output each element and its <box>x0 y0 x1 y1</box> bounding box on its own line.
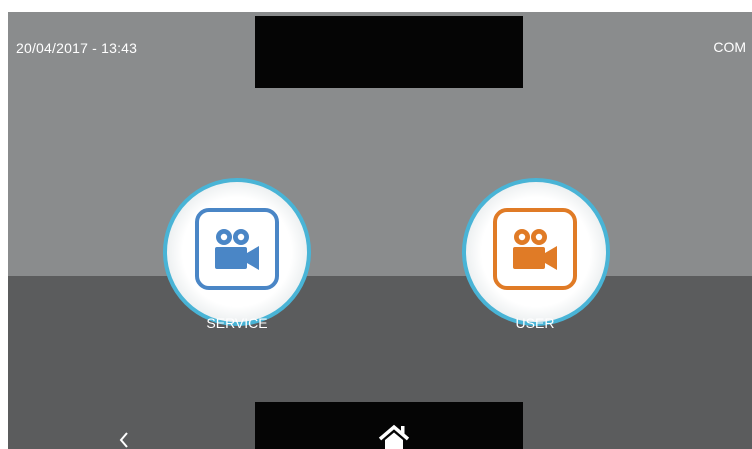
service-button[interactable] <box>195 208 279 290</box>
home-icon <box>378 424 410 449</box>
service-button-label: SERVICE <box>206 315 268 331</box>
user-button-label: USER <box>515 315 555 331</box>
video-camera-icon <box>513 229 557 270</box>
device-screen: 20/04/2017 - 13:43 COM SERVICE USER <box>8 12 752 449</box>
home-button[interactable] <box>376 423 412 449</box>
top-black-panel <box>255 16 523 88</box>
datetime-label: 20/04/2017 - 13:43 <box>16 40 138 56</box>
chevron-left-icon <box>119 432 128 448</box>
video-camera-icon <box>215 229 259 270</box>
user-button[interactable] <box>493 208 577 290</box>
com-label: COM <box>713 39 746 55</box>
back-button[interactable] <box>114 430 134 449</box>
